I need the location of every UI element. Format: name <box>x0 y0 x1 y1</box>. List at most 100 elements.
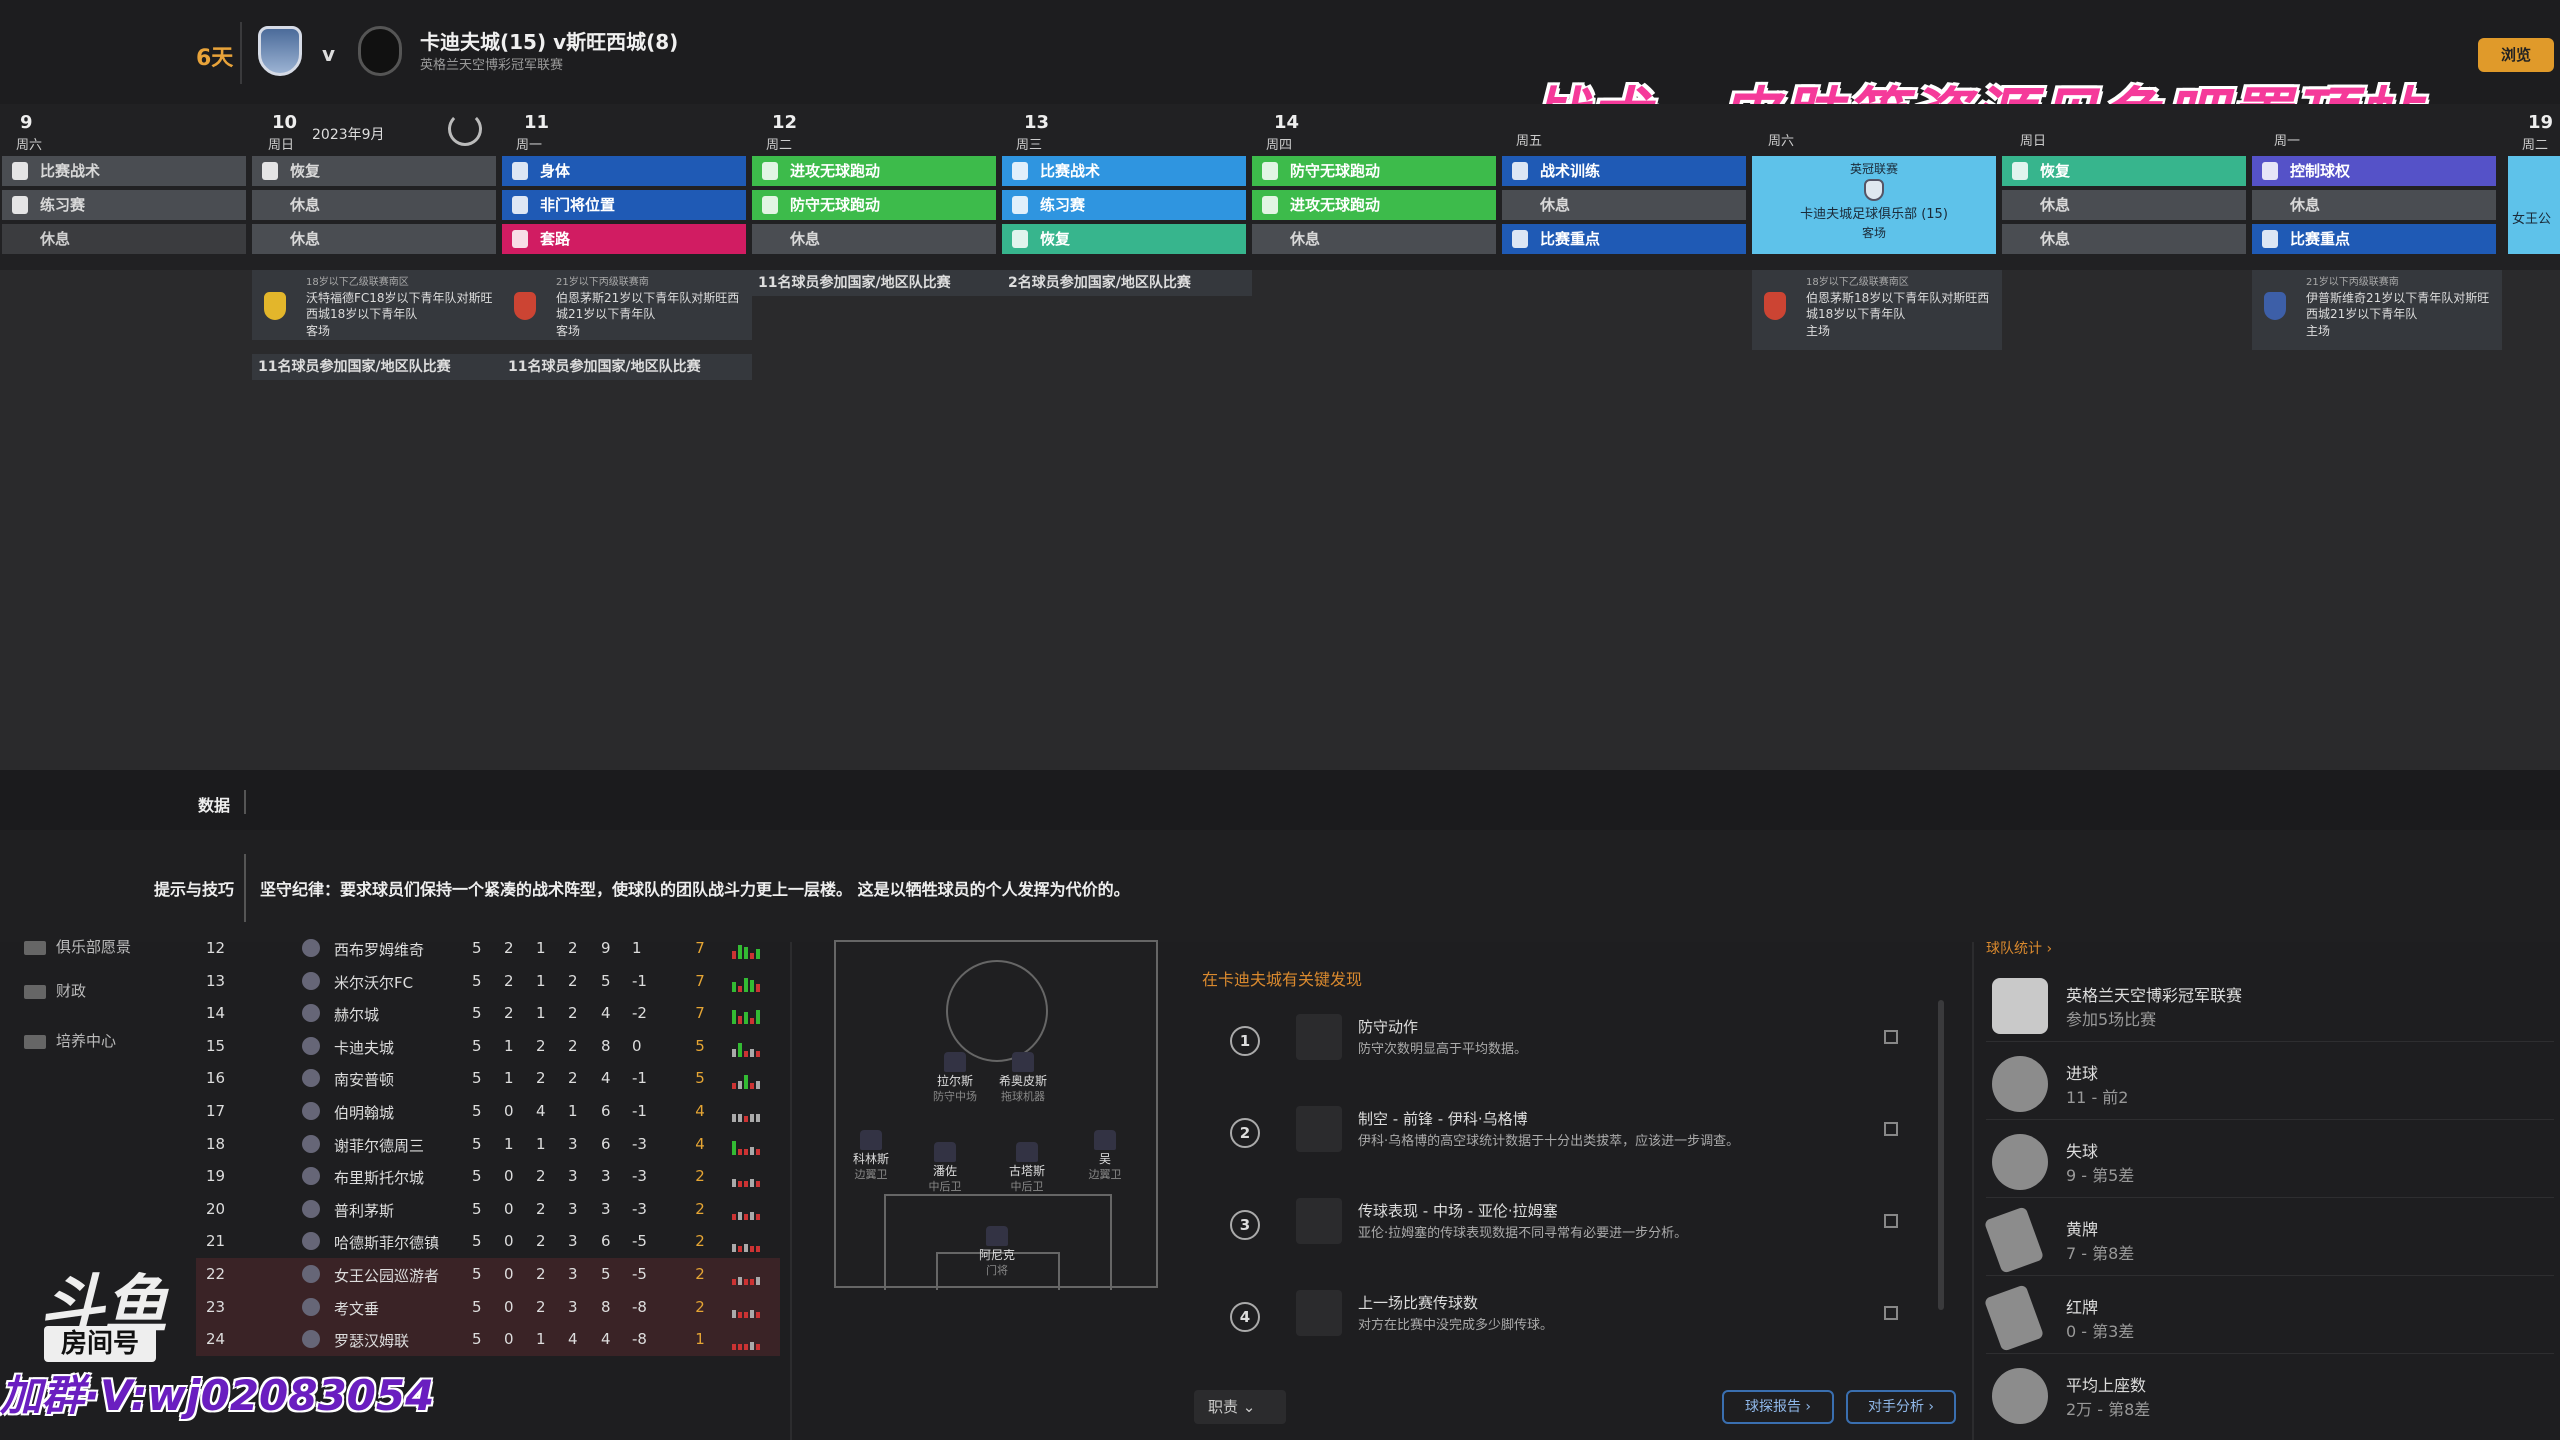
training-slot[interactable]: 控制球权 <box>2252 156 2496 186</box>
training-slot[interactable]: 恢复 <box>2002 156 2246 186</box>
team-name[interactable]: 伯明翰城 <box>334 1102 394 1123</box>
sidebar-item-vision[interactable]: 俱乐部愿景 <box>24 936 131 957</box>
expand-icon[interactable] <box>1884 1306 1898 1320</box>
youth-fixture-card[interactable]: 18岁以下乙级联赛南区 伯恩茅斯18岁以下青年队对斯旺西城18岁以下青年队 主场 <box>1752 270 2002 350</box>
defense-icon <box>1296 1014 1342 1060</box>
training-slot[interactable]: 休息 <box>2002 190 2246 220</box>
training-slot[interactable]: 进攻无球跑动 <box>1252 190 1496 220</box>
training-slot[interactable]: 休息 <box>2 224 246 254</box>
training-calendar: 9 周六 比赛战术 练习赛 休息 10 周日 2023年9月 恢复 休息 休息 … <box>0 104 2560 270</box>
team-name[interactable]: 南安普顿 <box>334 1069 394 1090</box>
expand-icon[interactable] <box>1884 1030 1898 1044</box>
table-row[interactable]: 16 南安普顿 5 1 2 2 4 -1 5 <box>196 1062 780 1095</box>
match-day-card[interactable]: 英冠联赛 卡迪夫城足球俱乐部 (15) 客场 <box>1752 156 1996 254</box>
opposition-analysis-button[interactable]: 对手分析 › <box>1846 1390 1956 1424</box>
team-name[interactable]: 布里斯托尔城 <box>334 1167 424 1188</box>
training-slot[interactable]: 休息 <box>2252 190 2496 220</box>
team-name[interactable]: 米尔沃尔FC <box>334 972 413 993</box>
team-name[interactable]: 卡迪夫城 <box>334 1037 394 1058</box>
youth-fixture-card[interactable]: 21岁以下丙级联赛南 伯恩茅斯21岁以下青年队对斯旺西城21岁以下青年队 客场 <box>502 270 752 340</box>
expand-icon[interactable] <box>1884 1214 1898 1228</box>
team-name[interactable]: 赫尔城 <box>334 1004 379 1025</box>
points: 5 <box>695 1069 705 1088</box>
table-row[interactable]: 12 西布罗姆维奇 5 2 1 2 9 1 7 <box>196 932 780 965</box>
training-slot[interactable]: 比赛重点 <box>1502 224 1746 254</box>
table-row[interactable]: 14 赫尔城 5 2 1 2 4 -2 7 <box>196 997 780 1030</box>
home-team-crest-icon[interactable] <box>258 26 302 76</box>
scout-report-button[interactable]: 球探报告 › <box>1722 1390 1834 1424</box>
training-slot[interactable]: 练习赛 <box>2 190 246 220</box>
youth-league: 18岁以下乙级联赛南区 <box>1806 277 1909 288</box>
team-name[interactable]: 谢菲尔德周三 <box>334 1135 424 1156</box>
training-slot[interactable]: 比赛重点 <box>2252 224 2496 254</box>
player-marker[interactable]: 古塔斯 中后卫 <box>992 1142 1062 1194</box>
training-slot[interactable]: 休息 <box>2002 224 2246 254</box>
team-name[interactable]: 普利茅斯 <box>334 1200 394 1221</box>
table-row[interactable]: 21 哈德斯菲尔德镇 5 0 2 3 6 -5 2 <box>196 1225 780 1258</box>
training-slot[interactable]: 恢复 <box>1002 224 1246 254</box>
training-slot[interactable]: 非门将位置 <box>502 190 746 220</box>
player-marker[interactable]: 希奥皮斯 拖球机器 <box>988 1052 1058 1104</box>
training-slot[interactable]: 套路 <box>502 224 746 254</box>
expand-icon[interactable] <box>1884 1122 1898 1136</box>
match-title[interactable]: 卡迪夫城(15) v斯旺西城(8) <box>420 26 678 55</box>
team-name[interactable]: 哈德斯菲尔德镇 <box>334 1232 439 1253</box>
youth-fixture-card[interactable]: 21岁以下丙级联赛南 伊普斯维奇21岁以下青年队对斯旺西城21岁以下青年队 主场 <box>2252 270 2502 350</box>
table-row[interactable]: 15 卡迪夫城 5 1 2 2 8 0 5 <box>196 1030 780 1063</box>
team-name[interactable]: 西布罗姆维奇 <box>334 939 424 960</box>
table-row[interactable]: 18 谢菲尔德周三 5 1 1 3 6 -3 4 <box>196 1128 780 1161</box>
training-slot[interactable]: 休息 <box>1252 224 1496 254</box>
training-slot[interactable]: 防守无球跑动 <box>752 190 996 220</box>
goal-difference: -1 <box>632 1101 647 1120</box>
table-row[interactable]: 19 布里斯托尔城 5 0 2 3 3 -3 2 <box>196 1160 780 1193</box>
training-slot[interactable]: 休息 <box>752 224 996 254</box>
table-row[interactable]: 20 普利茅斯 5 0 2 3 3 -3 2 <box>196 1193 780 1226</box>
team-stats-title[interactable]: 球队统计 › <box>1986 938 2052 958</box>
finding-item[interactable]: 1 防守动作 防守次数明显高于平均数据。 <box>1230 1014 1910 1084</box>
overview-button[interactable]: 浏览 <box>2478 38 2554 72</box>
shirt-icon <box>1094 1130 1116 1150</box>
team-name[interactable]: 女王公园巡游者 <box>334 1265 439 1286</box>
finding-item[interactable]: 2 制空 - 前锋 - 伊科·乌格博 伊科·乌格博的高空球统计数据于十分出类拔萃，应… <box>1230 1106 1910 1176</box>
goal-difference: -3 <box>632 1199 647 1218</box>
role-select[interactable]: 职责 ⌄ <box>1194 1390 1286 1424</box>
data-tab[interactable]: 数据 <box>198 792 230 816</box>
sidebar-item-finances[interactable]: 财政 <box>24 980 86 1001</box>
training-slot[interactable]: 比赛战术 <box>2 156 246 186</box>
day-name: 周五 <box>1516 134 1543 149</box>
physical-icon <box>512 162 528 180</box>
finding-item[interactable]: 4 上一场比赛传球数 对方在比赛中没完成多少脚传球。 <box>1230 1290 1910 1360</box>
training-slot[interactable]: 身体 <box>502 156 746 186</box>
training-slot[interactable]: 休息 <box>252 224 496 254</box>
chevron-down-icon: ⌄ <box>1242 1398 1256 1416</box>
training-slot[interactable]: 防守无球跑动 <box>1252 156 1496 186</box>
training-slot[interactable]: 休息 <box>1502 190 1746 220</box>
sidebar-item-development[interactable]: 培养中心 <box>24 1030 116 1051</box>
training-slot[interactable]: 练习赛 <box>1002 190 1246 220</box>
team-name[interactable]: 考文垂 <box>334 1298 379 1319</box>
tactics-icon <box>12 162 28 180</box>
training-slot[interactable]: 恢复 <box>252 156 496 186</box>
pass-count-icon <box>1296 1290 1342 1336</box>
finding-item[interactable]: 3 传球表现 - 中场 - 亚伦·拉姆塞 亚伦·拉姆塞的传球表现数据不同寻常有必要进… <box>1230 1198 1910 1268</box>
training-slot[interactable]: 进攻无球跑动 <box>752 156 996 186</box>
away-team-crest-icon[interactable] <box>358 26 402 76</box>
table-row[interactable]: 23 考文垂 5 0 2 3 8 -8 2 <box>196 1290 780 1324</box>
team-name[interactable]: 罗瑟汉姆联 <box>334 1330 409 1351</box>
training-slot[interactable]: 比赛战术 <box>1002 156 1246 186</box>
youth-fixture-card[interactable]: 18岁以下乙级联赛南区 沃特福德FC18岁以下青年队对斯旺西城18岁以下青年队 … <box>252 270 502 340</box>
table-row[interactable]: 22 女王公园巡游者 5 0 2 3 5 -5 2 <box>196 1257 780 1291</box>
table-row[interactable]: 24 罗瑟汉姆联 5 0 1 4 4 -8 1 <box>196 1323 780 1356</box>
table-row[interactable]: 17 伯明翰城 5 0 4 1 6 -1 4 <box>196 1095 780 1128</box>
findings-scrollbar[interactable] <box>1938 1000 1944 1310</box>
training-slot[interactable]: 休息 <box>252 190 496 220</box>
table-row[interactable]: 13 米尔沃尔FC 5 2 1 2 5 -1 7 <box>196 965 780 998</box>
player-marker[interactable]: 阿尼克 门将 <box>962 1226 1032 1278</box>
training-slot[interactable]: 战术训练 <box>1502 156 1746 186</box>
player-marker[interactable]: 科林斯 边翼卫 <box>836 1130 906 1182</box>
player-marker[interactable]: 吴边翼卫 <box>1070 1130 1140 1182</box>
refresh-icon[interactable] <box>448 112 482 146</box>
player-marker[interactable]: 拉尔斯 防守中场 <box>920 1052 990 1104</box>
match-day-card[interactable]: 女王公 <box>2508 156 2560 254</box>
player-marker[interactable]: 潘佐 中后卫 <box>910 1142 980 1194</box>
